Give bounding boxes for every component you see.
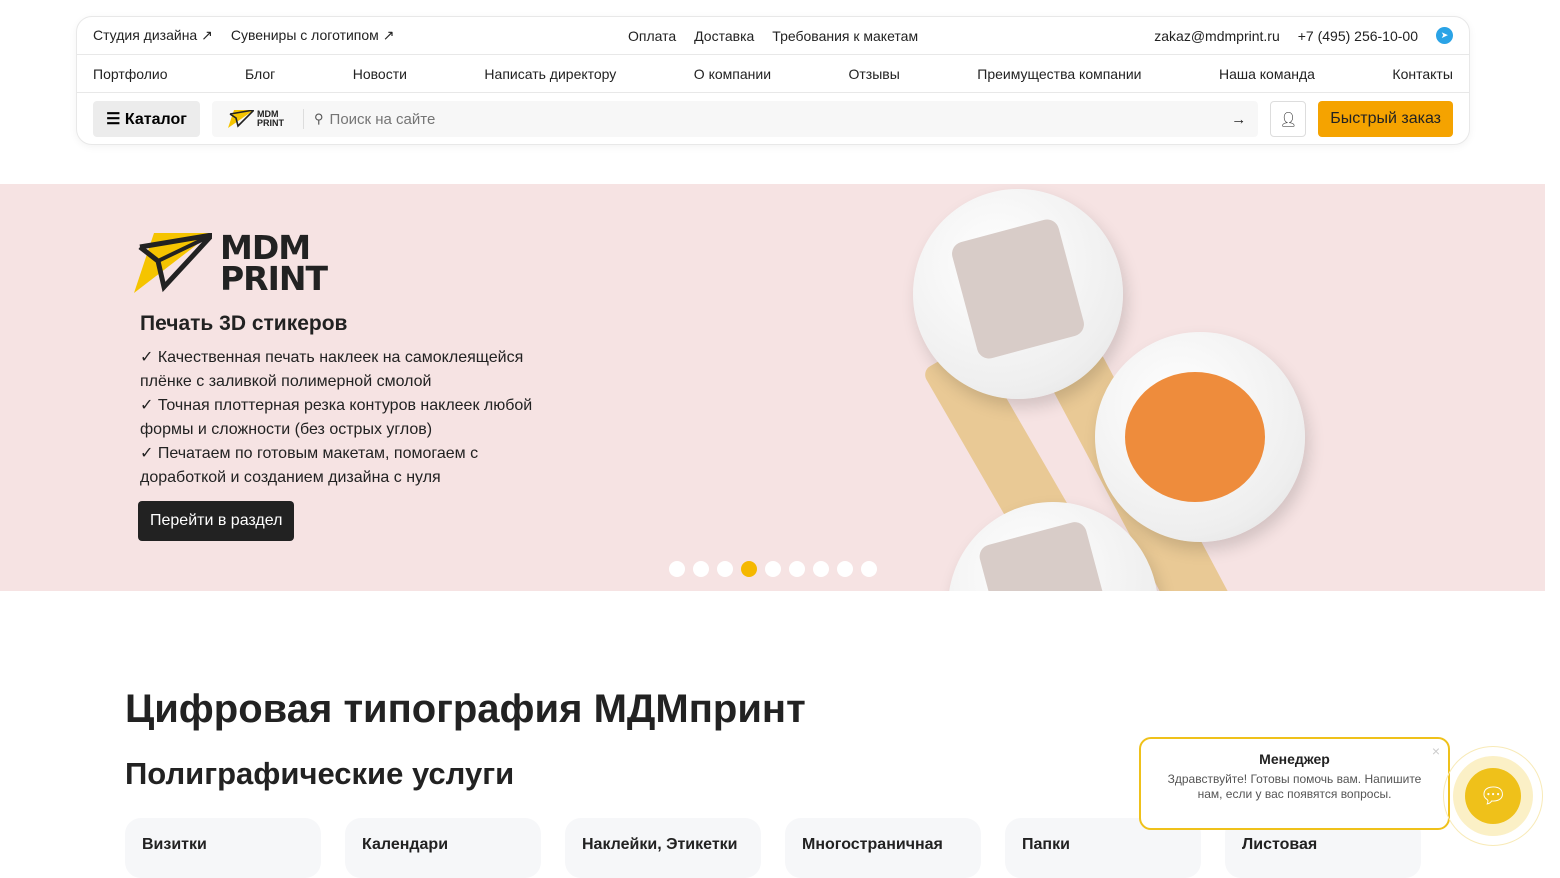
slider-dot[interactable] [861, 561, 877, 577]
nav-reviews[interactable]: Отзывы [849, 66, 900, 82]
sticker-badge-image [913, 189, 1123, 399]
chat-message: Здравствуйте! Готовы помочь вам. Напишит… [1167, 772, 1422, 801]
page-title: Цифровая типография МДМпринт [125, 687, 806, 731]
email-link[interactable]: zakaz@mdmprint.ru [1154, 28, 1279, 44]
nav-portfolio[interactable]: Портфолио [93, 66, 168, 82]
paper-plane-icon [134, 233, 212, 293]
arrow-right-icon[interactable]: → [1231, 111, 1246, 128]
nav-team[interactable]: Наша команда [1219, 66, 1315, 82]
slide-description: ✓ Качественная печать наклеек на самокле… [140, 346, 560, 490]
logo[interactable]: MDM PRINT [228, 109, 304, 129]
user-icon: 👤︎ [1279, 110, 1298, 127]
sticker-badge-image [1095, 332, 1305, 542]
requirements-link[interactable]: Требования к макетам [772, 28, 918, 44]
slide-feature: ✓ Печатаем по готовым макетам, помогаем … [140, 445, 479, 486]
toolbar: ☰ Каталог MDM PRINT ⚲ → 👤︎ Быстрый заказ [77, 93, 1469, 145]
slider-dot[interactable] [741, 561, 757, 577]
top-bar: Студия дизайна ↗ Сувениры с логотипом ↗ … [77, 17, 1469, 55]
slide-feature: ✓ Качественная печать наклеек на самокле… [140, 349, 524, 390]
slider-dots [669, 561, 877, 577]
user-account-button[interactable]: 👤︎ [1270, 101, 1307, 137]
close-icon[interactable]: × [1432, 743, 1440, 759]
nav-contacts[interactable]: Контакты [1392, 66, 1452, 82]
slider-dot[interactable] [837, 561, 853, 577]
logo-line2: PRINT [220, 259, 328, 298]
slider-dot[interactable] [789, 561, 805, 577]
slider-dot[interactable] [717, 561, 733, 577]
logo-text: MDM PRINT [257, 109, 284, 128]
catalog-button[interactable]: ☰ Каталог [93, 101, 200, 137]
chat-widget: 💬︎ [1443, 746, 1543, 846]
section-title: Полиграфические услуги [125, 756, 515, 791]
delivery-link[interactable]: Доставка [694, 28, 754, 44]
service-card[interactable]: Визитки [125, 818, 321, 878]
telegram-icon[interactable]: ➤ [1436, 27, 1453, 44]
hero-slider: MDM PRINT Печать 3D стикеров ✓ Качественн… [0, 184, 1545, 591]
payment-link[interactable]: Оплата [628, 28, 676, 44]
phone-link[interactable]: +7 (495) 256-10-00 [1298, 28, 1418, 44]
chat-popup: × Менеджер Здравствуйте! Готовы помочь в… [1139, 737, 1450, 830]
paper-plane-icon [228, 110, 254, 128]
nav-about[interactable]: О компании [694, 66, 771, 82]
slider-dot[interactable] [693, 561, 709, 577]
nav-write-director[interactable]: Написать директору [484, 66, 616, 82]
chat-bubbles-icon: 💬︎ [1479, 783, 1507, 808]
search-input[interactable] [329, 110, 1232, 128]
hero-logo: MDM PRINT [134, 231, 328, 298]
chat-button[interactable]: 💬︎ [1465, 768, 1521, 824]
chat-manager-name: Менеджер [1259, 751, 1330, 767]
slide-feature: ✓ Точная плоттерная резка контуров накле… [140, 397, 533, 438]
service-card[interactable]: Наклейки, Этикетки [565, 818, 761, 878]
slider-dot[interactable] [813, 561, 829, 577]
search-icon: ⚲ [314, 111, 324, 126]
site-header: Студия дизайна ↗ Сувениры с логотипом ↗ … [76, 16, 1470, 145]
service-card[interactable]: Календари [345, 818, 541, 878]
design-studio-link[interactable]: Студия дизайна ↗ [93, 27, 213, 44]
slider-dot[interactable] [765, 561, 781, 577]
nav-blog[interactable]: Блог [245, 66, 275, 82]
main-nav: Портфолио Блог Новости Написать директор… [77, 55, 1469, 93]
go-to-section-button[interactable]: Перейти в раздел [138, 501, 295, 541]
souvenirs-link[interactable]: Сувениры с логотипом ↗ [231, 27, 395, 44]
service-card[interactable]: Многостраничная [785, 818, 981, 878]
nav-advantages[interactable]: Преимущества компании [977, 66, 1141, 82]
slide-title: Печать 3D стикеров [140, 312, 348, 335]
quick-order-button[interactable]: Быстрый заказ [1318, 101, 1453, 137]
nav-news[interactable]: Новости [353, 66, 407, 82]
search-bar: MDM PRINT ⚲ → [212, 101, 1259, 137]
slider-dot[interactable] [669, 561, 685, 577]
